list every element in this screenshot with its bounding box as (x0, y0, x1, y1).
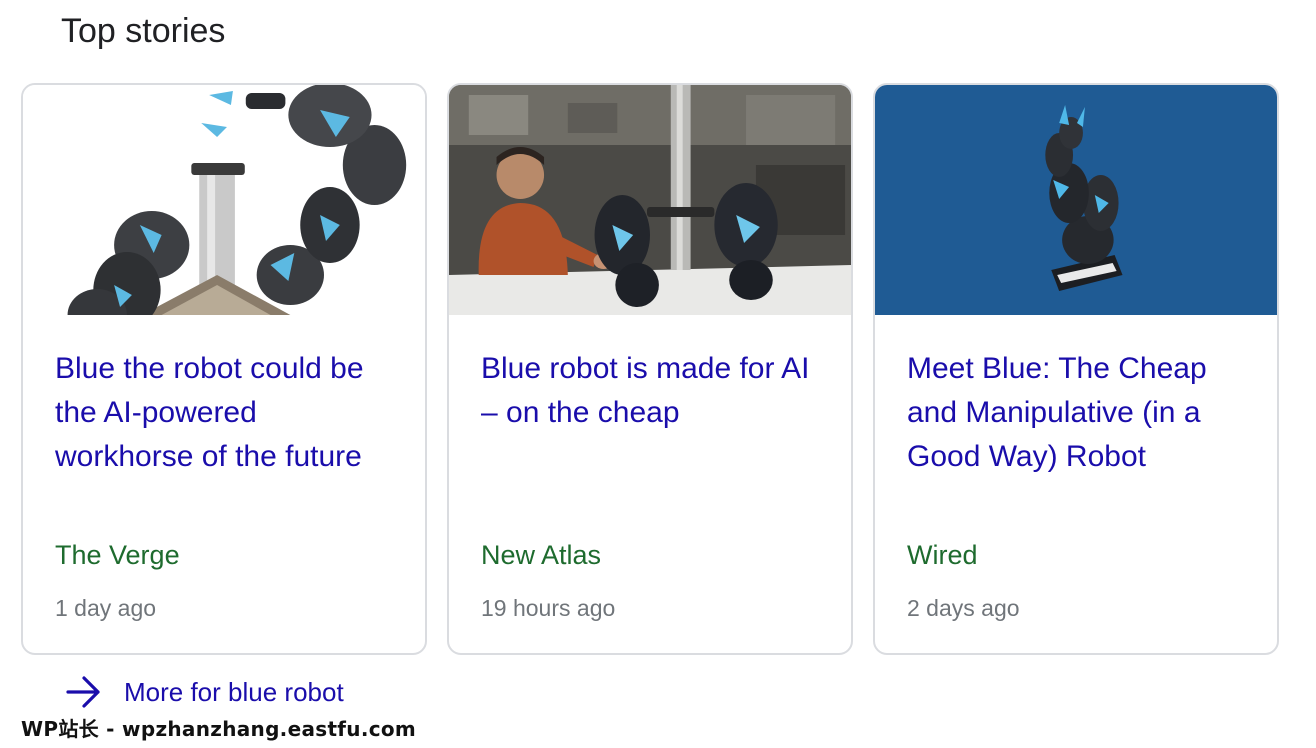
story-timestamp: 2 days ago (907, 595, 1020, 621)
story-source: The Verge (55, 540, 180, 570)
story-headline[interactable]: Blue the robot could be the AI-powered w… (55, 347, 399, 479)
story-timestamp: 19 hours ago (481, 595, 616, 621)
robot-blue-background-image (875, 85, 1277, 315)
story-thumbnail[interactable] (449, 85, 851, 315)
section-title: Top stories (61, 12, 226, 50)
robot-arm-image (23, 85, 425, 315)
top-stories-page: Top stories Blue the robot could be the … (0, 0, 1316, 748)
story-thumbnail[interactable] (875, 85, 1277, 315)
arrow-right-icon (66, 676, 100, 708)
more-stories-label: More for blue robot (124, 676, 344, 707)
story-card-new-atlas[interactable]: Blue robot is made for AI – on the cheap… (447, 83, 853, 655)
story-headline[interactable]: Blue robot is made for AI – on the cheap (481, 347, 825, 435)
man-with-robot-image (449, 85, 851, 315)
story-thumbnail[interactable] (23, 85, 425, 315)
story-card-verge[interactable]: Blue the robot could be the AI-powered w… (21, 83, 427, 655)
story-card-wired[interactable]: Meet Blue: The Cheap and Manipulative (i… (873, 83, 1279, 655)
story-timestamp: 1 day ago (55, 595, 157, 621)
story-source: Wired (907, 540, 978, 570)
story-source: New Atlas (481, 540, 602, 570)
more-stories-link[interactable]: More for blue robot (64, 674, 344, 710)
story-headline[interactable]: Meet Blue: The Cheap and Manipulative (i… (907, 347, 1251, 479)
watermark: WP站长 - wpzhanzhang.eastfu.com (21, 717, 417, 741)
